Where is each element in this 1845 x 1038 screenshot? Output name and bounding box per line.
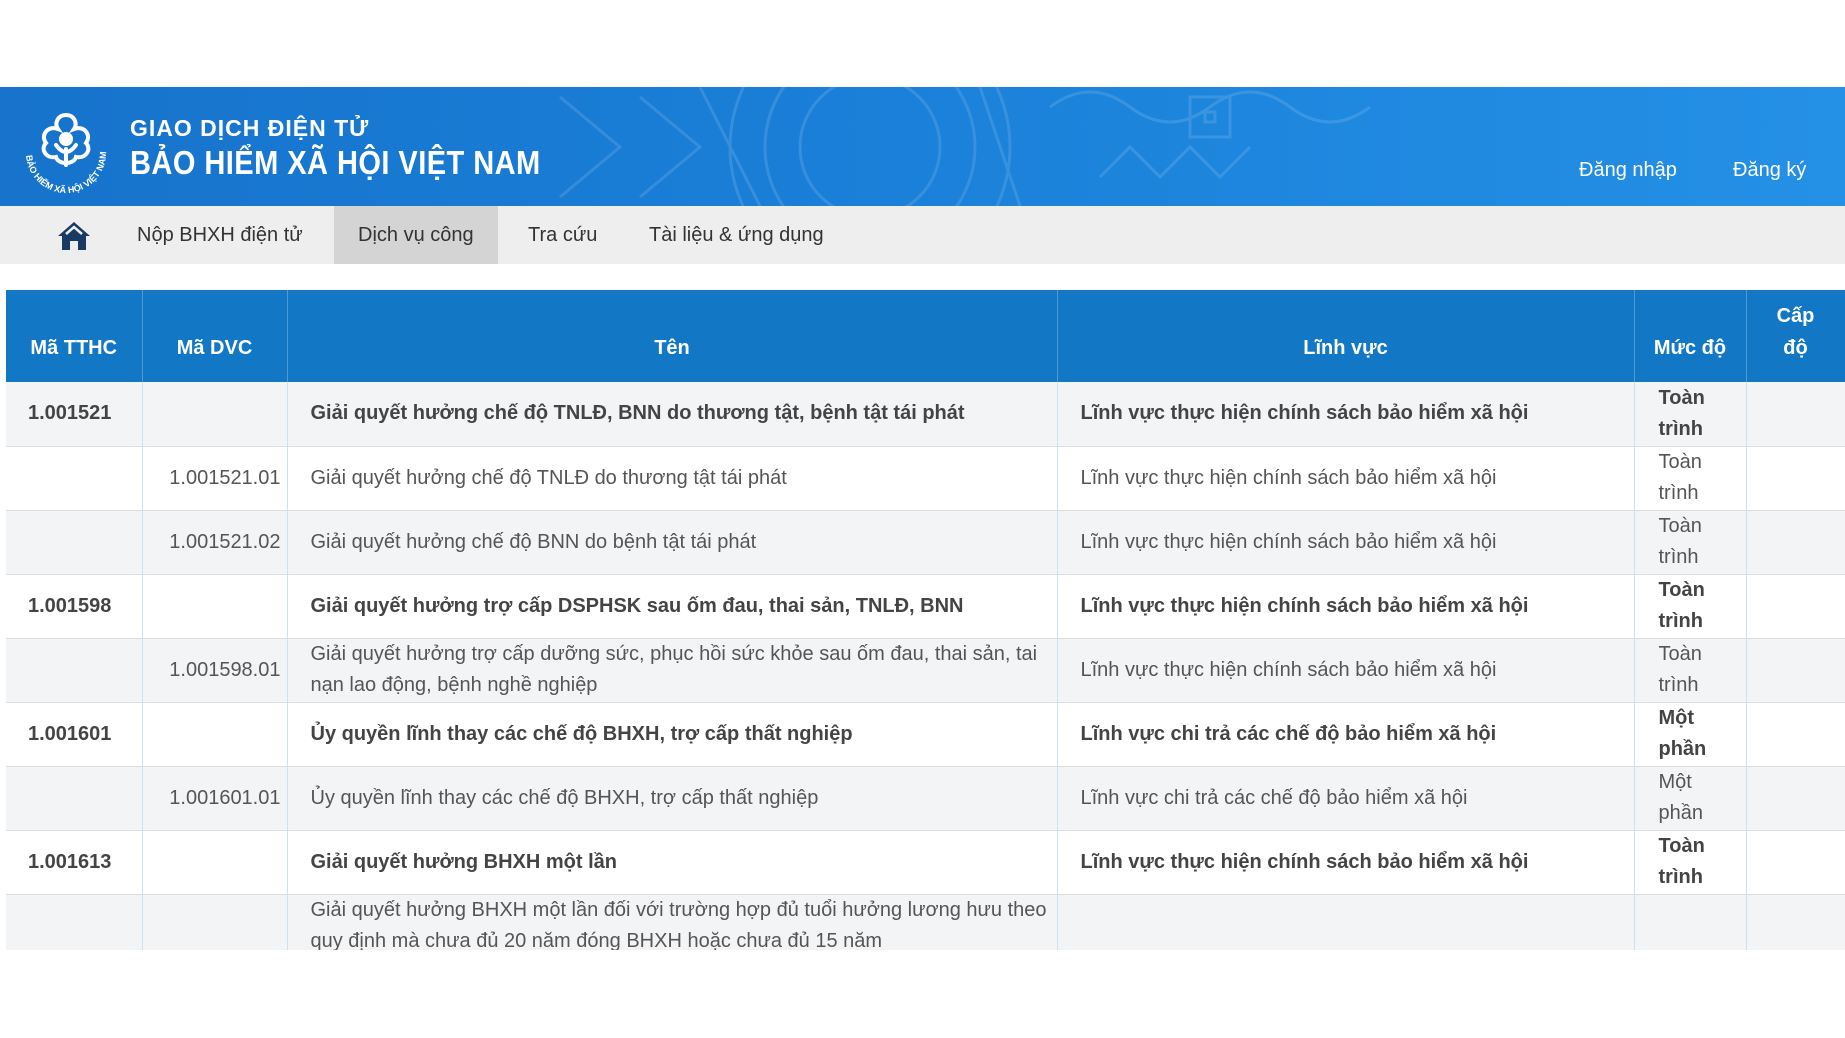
cell-muc-do: Toàn trình xyxy=(1634,830,1747,895)
cell-ten[interactable]: Giải quyết hưởng chế độ TNLĐ, BNN do thư… xyxy=(287,382,1058,447)
cell-linh-vuc: Lĩnh vực thực hiện chính sách bảo hiểm x… xyxy=(1057,510,1635,575)
cell-ma-tthc xyxy=(6,766,143,831)
cell-cap-do xyxy=(1746,702,1845,767)
column-header-muc-do[interactable]: Mức độ xyxy=(1634,290,1747,382)
cell-linh-vuc: Lĩnh vực thực hiện chính sách bảo hiểm x… xyxy=(1057,574,1635,639)
table-row[interactable]: 1.001521.01 Giải quyết hưởng chế độ TNLĐ … xyxy=(6,446,1845,511)
cell-cap-do xyxy=(1746,830,1845,895)
cell-ten[interactable]: Giải quyết hưởng chế độ BNN do bệnh tật … xyxy=(287,510,1058,575)
table-row[interactable]: 1.001598.01 Giải quyết hưởng trợ cấp dưỡn… xyxy=(6,638,1845,703)
table-row[interactable]: 1.001613 Giải quyết hưởng BHXH một lần Lĩn… xyxy=(6,830,1845,895)
cell-ten[interactable]: Giải quyết hưởng chế độ TNLĐ do thương t… xyxy=(287,446,1058,511)
cell-ma-dvc xyxy=(142,894,288,950)
cell-muc-do: Toàn trình xyxy=(1634,574,1747,639)
cell-muc-do: Toàn trình xyxy=(1634,446,1747,511)
cell-ma-tthc xyxy=(6,510,143,575)
nav-item-tra-cuu[interactable]: Tra cứu xyxy=(504,206,621,264)
cell-ma-dvc xyxy=(142,382,288,447)
column-header-ten[interactable]: Tên xyxy=(287,290,1058,382)
table-header-row: Mã TTHC Mã DVC Tên Lĩnh vực Mức độ Cấp đ… xyxy=(6,290,1845,382)
cell-ma-dvc xyxy=(142,830,288,895)
cell-ma-tthc: 1.001521 xyxy=(6,382,143,447)
main-nav: Nộp BHXH điện tử Dịch vụ công Tra cứu Tà… xyxy=(0,206,1845,264)
cell-muc-do: Toàn trình xyxy=(1634,382,1747,447)
cell-cap-do xyxy=(1746,510,1845,575)
brand-line1: GIAO DỊCH ĐIỆN TỬ xyxy=(130,115,370,141)
cell-ma-tthc: 1.001601 xyxy=(6,702,143,767)
cell-cap-do xyxy=(1746,638,1845,703)
bhxh-logo-icon: BẢO HIỂM XÃ HỘI VIỆT NAM xyxy=(24,112,108,195)
nav-item-dich-vu-cong[interactable]: Dịch vụ công xyxy=(334,206,498,264)
cell-ten[interactable]: Ủy quyền lĩnh thay các chế độ BHXH, trợ … xyxy=(287,766,1058,831)
cell-linh-vuc: Lĩnh vực chi trả các chế độ bảo hiểm xã … xyxy=(1057,766,1635,831)
cell-cap-do xyxy=(1746,574,1845,639)
column-header-ma-tthc[interactable]: Mã TTHC xyxy=(6,290,143,382)
cell-ma-dvc: 1.001521.02 xyxy=(142,510,288,575)
table-row[interactable]: 1.001601.01 Ủy quyền lĩnh thay các chế độ… xyxy=(6,766,1845,831)
table-row[interactable]: 1.001521 Giải quyết hưởng chế độ TNLĐ, BN… xyxy=(6,382,1845,447)
cell-linh-vuc xyxy=(1057,894,1635,950)
table-row[interactable]: 1.001598 Giải quyết hưởng trợ cấp DSPHSK … xyxy=(6,574,1845,639)
cell-ma-dvc xyxy=(142,574,288,639)
cell-ten[interactable]: Giải quyết hưởng trợ cấp dưỡng sức, phục… xyxy=(287,638,1058,703)
home-icon[interactable] xyxy=(56,220,92,252)
cell-linh-vuc: Lĩnh vực thực hiện chính sách bảo hiểm x… xyxy=(1057,382,1635,447)
cell-cap-do xyxy=(1746,894,1845,950)
cell-cap-do xyxy=(1746,382,1845,447)
column-header-linh-vuc[interactable]: Lĩnh vực xyxy=(1057,290,1635,382)
cell-linh-vuc: Lĩnh vực thực hiện chính sách bảo hiểm x… xyxy=(1057,446,1635,511)
register-link[interactable]: Đăng ký xyxy=(1733,159,1806,182)
cell-ma-dvc: 1.001601.01 xyxy=(142,766,288,831)
cell-linh-vuc: Lĩnh vực thực hiện chính sách bảo hiểm x… xyxy=(1057,638,1635,703)
column-header-ma-dvc[interactable]: Mã DVC xyxy=(142,290,288,382)
cell-muc-do: Toàn trình xyxy=(1634,638,1747,703)
cell-linh-vuc: Lĩnh vực chi trả các chế độ bảo hiểm xã … xyxy=(1057,702,1635,767)
table-row[interactable]: 1.001521.02 Giải quyết hưởng chế độ BNN d… xyxy=(6,510,1845,575)
table-row[interactable]: Giải quyết hưởng BHXH một lần đối với tr… xyxy=(6,894,1845,950)
header-banner: BẢO HIỂM XÃ HỘI VIỆT NAM GIAO DỊCH ĐIỆN … xyxy=(0,87,1845,206)
cell-cap-do xyxy=(1746,446,1845,511)
cell-ma-tthc xyxy=(6,894,143,950)
table-row[interactable]: 1.001601 Ủy quyền lĩnh thay các chế độ BH… xyxy=(6,702,1845,767)
cell-cap-do xyxy=(1746,766,1845,831)
cell-ma-tthc: 1.001598 xyxy=(6,574,143,639)
cell-ten[interactable]: Giải quyết hưởng trợ cấp DSPHSK sau ốm đ… xyxy=(287,574,1058,639)
procedures-table-container: Mã TTHC Mã DVC Tên Lĩnh vực Mức độ Cấp đ… xyxy=(6,290,1845,950)
login-link[interactable]: Đăng nhập xyxy=(1579,159,1677,182)
brand-line2: BẢO HIỂM XÃ HỘI VIỆT NAM xyxy=(130,144,541,181)
cell-ma-tthc: 1.001613 xyxy=(6,830,143,895)
cell-ma-tthc xyxy=(6,446,143,511)
cell-ma-dvc xyxy=(142,702,288,767)
cell-muc-do: Toàn trình xyxy=(1634,510,1747,575)
cell-linh-vuc: Lĩnh vực thực hiện chính sách bảo hiểm x… xyxy=(1057,830,1635,895)
nav-item-tai-lieu[interactable]: Tài liệu & ứng dụng xyxy=(625,206,848,264)
cell-muc-do: Một phần xyxy=(1634,766,1747,831)
cell-ma-tthc xyxy=(6,638,143,703)
procedures-table: Mã TTHC Mã DVC Tên Lĩnh vực Mức độ Cấp đ… xyxy=(6,290,1845,950)
nav-item-nop-bhxh[interactable]: Nộp BHXH điện tử xyxy=(113,206,327,264)
cell-ma-dvc: 1.001598.01 xyxy=(142,638,288,703)
cell-ten[interactable]: Giải quyết hưởng BHXH một lần đối với tr… xyxy=(287,894,1058,950)
cell-ten[interactable]: Ủy quyền lĩnh thay các chế độ BHXH, trợ … xyxy=(287,702,1058,767)
cell-ten[interactable]: Giải quyết hưởng BHXH một lần xyxy=(287,830,1058,895)
cell-muc-do xyxy=(1634,894,1747,950)
column-header-cap-do[interactable]: Cấp độ xyxy=(1746,290,1845,382)
cell-ma-dvc: 1.001521.01 xyxy=(142,446,288,511)
cell-muc-do: Một phần xyxy=(1634,702,1747,767)
brand: GIAO DỊCH ĐIỆN TỬ BẢO HIỂM XÃ HỘI VIỆT N… xyxy=(130,115,597,182)
